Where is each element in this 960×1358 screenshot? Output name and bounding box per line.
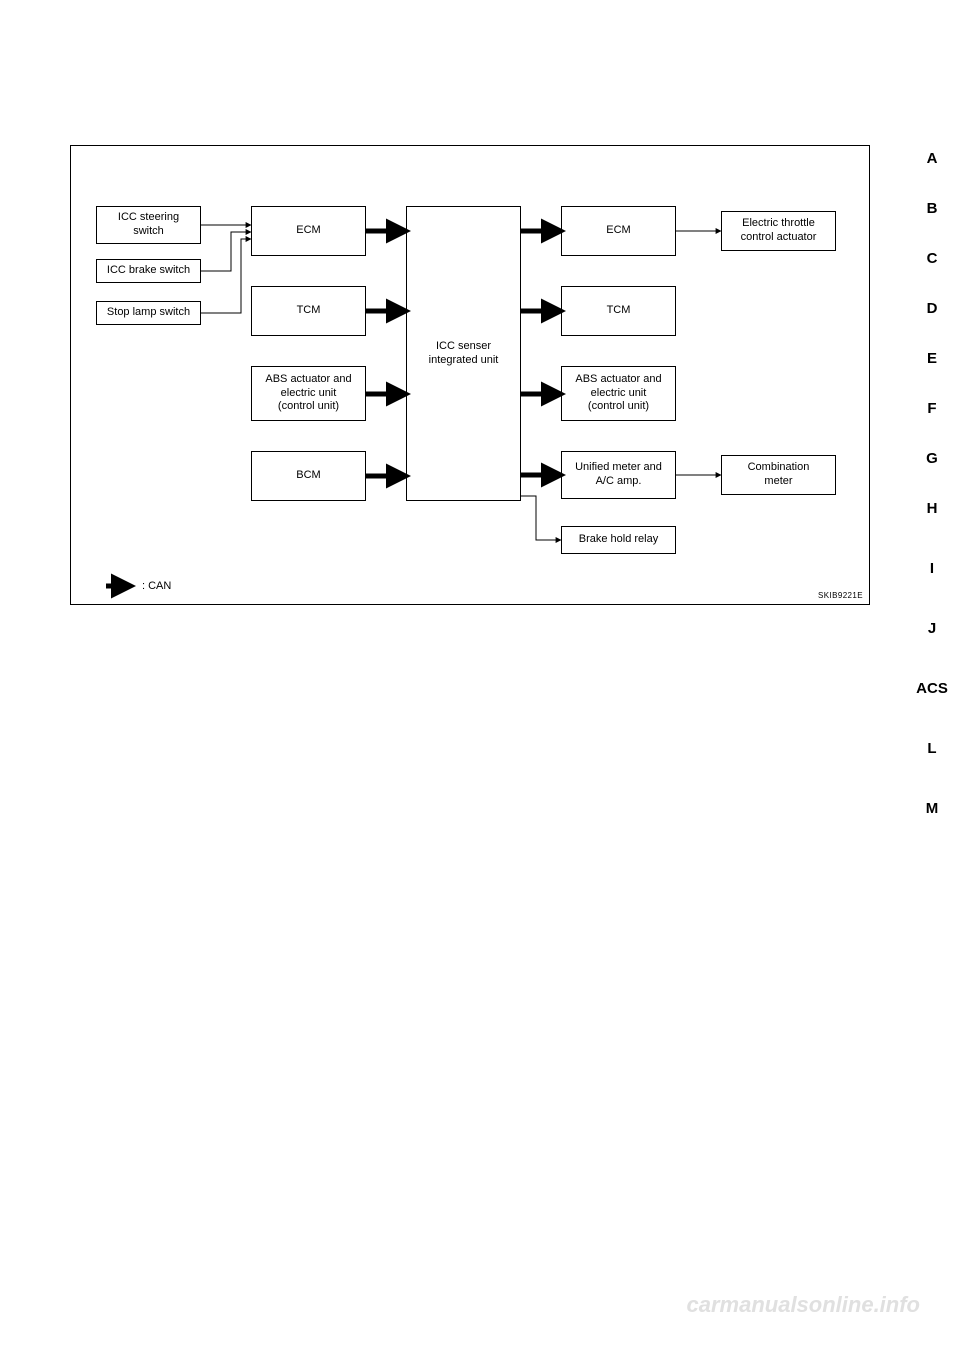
section-a: A xyxy=(914,150,950,167)
box-icc-sensor-integrated-unit: ICC senser integrated unit xyxy=(406,206,521,501)
system-diagram-frame: ICC steering switch ICC brake switch Sto… xyxy=(70,145,870,605)
box-ecm-in: ECM xyxy=(251,206,366,256)
box-unified-meter-ac-amp: Unified meter and A/C amp. xyxy=(561,451,676,499)
section-index-sidebar: A B C D E F G H I J ACS L M xyxy=(910,0,960,1000)
legend-can-label: : CAN xyxy=(142,580,171,592)
box-icc-steering-switch: ICC steering switch xyxy=(96,206,201,244)
section-i: I xyxy=(914,560,950,577)
watermark: carmanualsonline.info xyxy=(687,1292,921,1318)
box-tcm-in: TCM xyxy=(251,286,366,336)
box-abs-out: ABS actuator and electric unit (control … xyxy=(561,366,676,421)
diagram-code: SKIB9221E xyxy=(818,591,863,600)
box-combination-meter: Combination meter xyxy=(721,455,836,495)
section-m: M xyxy=(914,800,950,817)
section-c: C xyxy=(914,250,950,267)
box-bcm-in: BCM xyxy=(251,451,366,501)
section-h: H xyxy=(914,500,950,517)
box-abs-in: ABS actuator and electric unit (control … xyxy=(251,366,366,421)
box-icc-brake-switch: ICC brake switch xyxy=(96,259,201,283)
legend-can: : CAN xyxy=(106,580,171,592)
section-f: F xyxy=(914,400,950,417)
box-ecm-out: ECM xyxy=(561,206,676,256)
box-tcm-out: TCM xyxy=(561,286,676,336)
section-acs: ACS xyxy=(914,680,950,697)
section-g: G xyxy=(914,450,950,467)
box-brake-hold-relay: Brake hold relay xyxy=(561,526,676,554)
box-stop-lamp-switch: Stop lamp switch xyxy=(96,301,201,325)
section-j: J xyxy=(914,620,950,637)
box-electric-throttle-control-actuator: Electric throttle control actuator xyxy=(721,211,836,251)
section-e: E xyxy=(914,350,950,367)
section-b: B xyxy=(914,200,950,217)
section-d: D xyxy=(914,300,950,317)
section-l: L xyxy=(914,740,950,757)
